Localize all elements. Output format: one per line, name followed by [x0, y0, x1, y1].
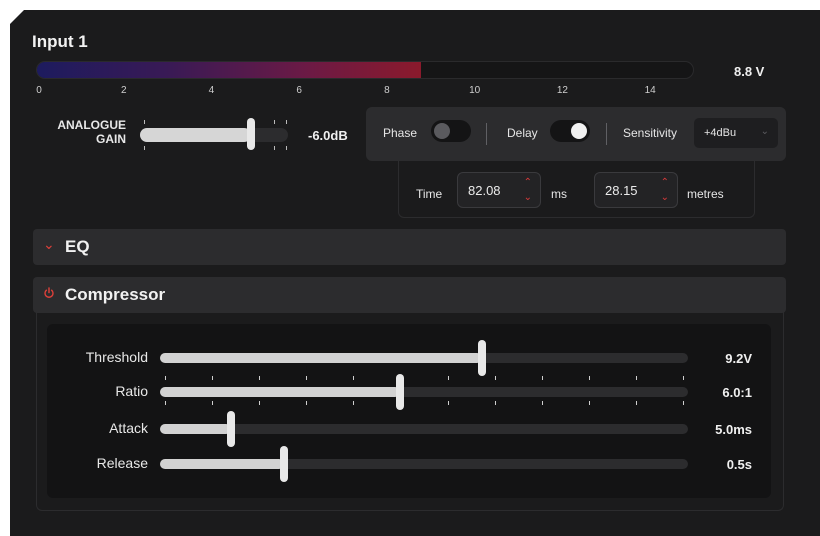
eq-title: EQ: [65, 237, 90, 256]
analogue-gain-slider-thumb[interactable]: [247, 118, 255, 150]
level-meter: [36, 61, 694, 79]
distance-stepper[interactable]: ⌃ ⌄: [661, 175, 669, 205]
ratio-tick: [635, 401, 637, 405]
ratio-tick: [306, 376, 308, 380]
eq-section-header[interactable]: ⌄ EQ: [33, 229, 786, 265]
analogue-gain-label: ANALOGUE GAIN: [28, 118, 126, 146]
distance-input[interactable]: 28.15 ⌃ ⌄: [594, 172, 678, 208]
input-panel: Input 1 8.8 V 0 2 4 6 8 10 12 14 ANALOGUE GAIN …: [10, 10, 820, 536]
level-meter-fill: [37, 62, 421, 78]
ratio-tick: [353, 376, 355, 380]
ratio-tick: [447, 376, 449, 380]
chevron-down-icon: ⌄: [760, 126, 769, 137]
chevron-down-icon[interactable]: ⌄: [661, 190, 669, 205]
chevron-down-icon: ⌄: [43, 236, 55, 252]
power-icon[interactable]: [43, 287, 55, 302]
distance-unit: metres: [687, 187, 724, 201]
analogue-gain-tick: [286, 120, 287, 124]
divider: [606, 123, 607, 145]
compressor-section-header[interactable]: Compressor: [33, 277, 786, 313]
attack-value: 5.0ms: [715, 422, 752, 437]
ratio-tick: [683, 401, 684, 405]
page-title: Input 1: [32, 32, 88, 51]
corner-cut: [10, 10, 24, 24]
attack-slider-track[interactable]: [160, 424, 688, 434]
chevron-up-icon[interactable]: ⌃: [524, 175, 532, 190]
ratio-tick: [306, 401, 308, 405]
analogue-gain-tick: [144, 120, 145, 124]
distance-value: 28.15: [605, 183, 638, 198]
delay-toggle-knob: [571, 123, 587, 139]
ratio-tick: [447, 401, 449, 405]
attack-slider-fill: [160, 424, 232, 434]
ratio-tick: [494, 401, 496, 405]
release-slider-thumb[interactable]: [280, 446, 289, 482]
time-input[interactable]: 82.08 ⌃ ⌄: [457, 172, 541, 208]
delay-label: Delay: [507, 126, 538, 140]
phase-toggle-knob: [434, 123, 450, 139]
ratio-slider-fill: [160, 387, 401, 397]
analogue-gain-slider-fill: [140, 128, 251, 142]
ratio-tick: [588, 401, 590, 405]
meter-scale-label: 0: [36, 85, 42, 96]
compressor-controls: [47, 324, 771, 498]
ratio-tick: [541, 401, 543, 405]
sensitivity-value: +4dBu: [704, 127, 737, 139]
ratio-value: 6.0:1: [722, 385, 752, 400]
ratio-tick: [541, 376, 543, 380]
time-unit: ms: [551, 187, 567, 201]
ratio-tick: [212, 401, 214, 405]
analogue-gain-label-line2: GAIN: [96, 132, 126, 146]
analogue-gain-tick: [274, 120, 275, 124]
phase-label: Phase: [383, 126, 418, 140]
attack-label: Attack: [109, 420, 148, 436]
ratio-tick: [212, 376, 214, 380]
threshold-value: 9.2V: [725, 351, 752, 366]
analogue-gain-label-line1: ANALOGUE: [57, 118, 126, 132]
ratio-tick: [353, 401, 355, 405]
sensitivity-select[interactable]: +4dBu ⌄: [694, 118, 778, 148]
phase-toggle[interactable]: [431, 120, 471, 142]
time-stepper[interactable]: ⌃ ⌄: [524, 175, 532, 205]
analogue-gain-tick: [286, 146, 287, 150]
chevron-down-icon[interactable]: ⌄: [524, 190, 532, 205]
divider: [486, 123, 487, 145]
meter-scale-label: 2: [120, 85, 127, 96]
threshold-slider-fill: [160, 353, 483, 363]
threshold-label: Threshold: [85, 349, 148, 365]
time-label: Time: [416, 187, 443, 201]
release-label: Release: [96, 455, 148, 471]
analogue-gain-tick: [144, 146, 145, 150]
ratio-tick: [259, 401, 261, 405]
level-meter-value: 8.8 V: [734, 64, 765, 79]
ratio-tick: [259, 376, 261, 380]
meter-scale-label: 10: [469, 85, 481, 96]
ratio-slider-thumb[interactable]: [396, 374, 405, 410]
chevron-up-icon[interactable]: ⌃: [661, 175, 669, 190]
sensitivity-label: Sensitivity: [623, 126, 678, 140]
ratio-tick: [683, 376, 684, 380]
ratio-tick: [494, 376, 496, 380]
release-value: 0.5s: [726, 457, 752, 472]
ratio-tick: [635, 376, 637, 380]
meter-scale-label: 8: [384, 85, 390, 96]
threshold-slider-thumb[interactable]: [478, 340, 487, 376]
ratio-tick: [165, 376, 166, 380]
attack-slider-thumb[interactable]: [227, 411, 236, 447]
delay-time-box: Time 82.08 ⌃ ⌄ ms 28.15 ⌃ ⌄ metres: [398, 161, 755, 218]
meter-scale-label: 12: [556, 85, 568, 96]
ratio-label: Ratio: [115, 383, 148, 399]
compressor-title: Compressor: [65, 285, 166, 304]
analogue-gain-tick: [274, 146, 275, 150]
meter-scale-label: 4: [208, 85, 215, 96]
meter-scale-label: 14: [644, 85, 656, 96]
ratio-tick: [588, 376, 590, 380]
input-options: Phase Delay Sensitivity +4dBu ⌄: [366, 107, 786, 161]
analogue-gain-value: -6.0dB: [308, 128, 348, 143]
meter-scale-label: 6: [296, 85, 302, 96]
ratio-tick: [165, 401, 166, 405]
delay-toggle[interactable]: [550, 120, 590, 142]
time-value: 82.08: [468, 183, 501, 198]
release-slider-fill: [160, 459, 285, 469]
